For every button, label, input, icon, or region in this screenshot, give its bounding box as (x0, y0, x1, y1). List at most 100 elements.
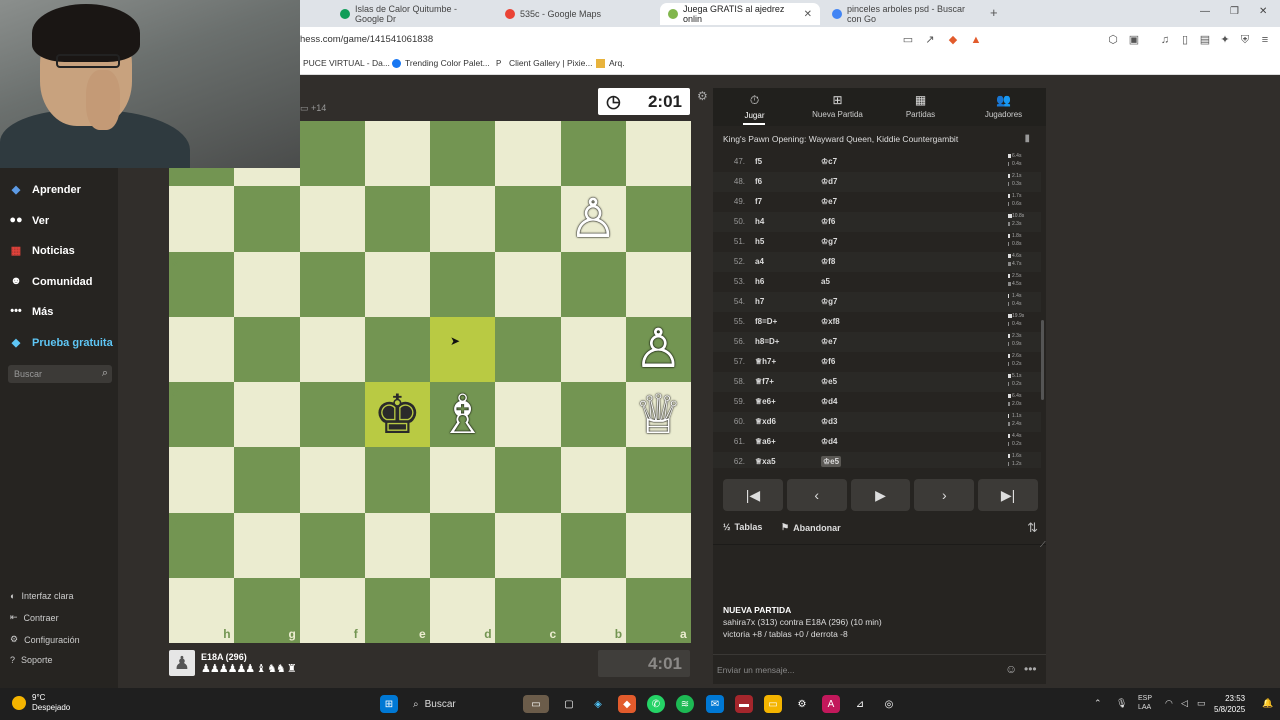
last-move-button[interactable]: ▶| (978, 479, 1038, 511)
sidebar-item-aprender[interactable]: ◆ Aprender (8, 183, 81, 197)
black-move[interactable]: ♔d7 (821, 177, 838, 186)
bookmark-client-gallery[interactable]: P Client Gallery | Pixie... (496, 58, 592, 68)
black-move[interactable]: ♔d3 (821, 417, 838, 426)
board-square[interactable] (430, 251, 496, 317)
wallet-icon[interactable]: ▣ (1127, 33, 1141, 47)
sidebar-icon[interactable]: ▯ (1178, 33, 1192, 47)
bookmark-color-palette[interactable]: Trending Color Palet... (392, 58, 490, 68)
board-square[interactable] (364, 512, 430, 578)
volume-icon[interactable]: ◁ (1181, 698, 1188, 709)
leo-icon[interactable]: ✦ (1218, 33, 1232, 47)
black-move[interactable]: ♔g7 (821, 297, 838, 306)
white-move[interactable]: ♕a6+ (755, 437, 776, 446)
board-square[interactable] (495, 121, 561, 187)
sidebar-item-contraer[interactable]: ⇤ Contraer (10, 612, 59, 623)
widget-image-icon[interactable]: ▭ (523, 695, 549, 713)
extension-icon[interactable]: ⬡ (1106, 33, 1120, 47)
copilot-icon[interactable]: ◈ (589, 695, 607, 713)
tab-drive[interactable]: Islas de Calor Quitumbe - Google Dr (332, 3, 492, 25)
black-move[interactable]: ♔c7 (821, 157, 837, 166)
white-move[interactable]: h6 (755, 277, 764, 286)
chess-piece-e5[interactable]: ♚ (365, 382, 430, 447)
board-square[interactable] (364, 251, 430, 317)
sidebar-item-noticias[interactable]: ▦ Noticias (8, 244, 75, 258)
board-square[interactable] (495, 316, 561, 382)
chess-piece-d5[interactable]: ♗ (430, 382, 495, 447)
board-square[interactable] (299, 121, 365, 187)
move-list[interactable]: 47. f5 ♔c7 6.4s 0.4s 48. f6 ♔d7 2.1s 0.3s 49. f7 ♔e7… (713, 152, 1046, 468)
sidebar-item-comunidad[interactable]: ☻ Comunidad (8, 275, 92, 289)
minimize-icon[interactable]: — (1200, 6, 1210, 17)
whatsapp-icon[interactable]: ✆ (647, 695, 665, 713)
battery-icon[interactable]: ▭ (1197, 698, 1206, 709)
more-options-icon[interactable]: ••• (1024, 662, 1037, 676)
board-square[interactable] (364, 447, 430, 513)
search-icon[interactable]: ⌕ (102, 367, 108, 380)
first-move-button[interactable]: |◀ (723, 479, 783, 511)
board-square[interactable] (560, 512, 626, 578)
board-square[interactable] (299, 447, 365, 513)
tab-partidas[interactable]: ▦ Partidas (879, 93, 962, 119)
rewards-icon[interactable]: ▲ (969, 33, 983, 47)
sidebar-item-soporte[interactable]: ? Soporte (10, 655, 53, 665)
bookmark-puce[interactable]: PUCE VIRTUAL - Da... (303, 58, 390, 68)
tray-chevron-icon[interactable]: ⌃ (1094, 698, 1102, 709)
avatar[interactable]: ♟ (169, 650, 195, 676)
black-move[interactable]: ♔e7 (821, 197, 837, 206)
black-move[interactable]: ♔f6 (821, 217, 835, 226)
black-move[interactable]: ♔xf8 (821, 317, 840, 326)
board-square[interactable] (560, 251, 626, 317)
tab-chess[interactable]: Juega GRATIS al ajedrez onlin ✕ (660, 3, 820, 25)
white-move[interactable]: h4 (755, 217, 764, 226)
white-move[interactable]: ♕e6+ (755, 397, 776, 406)
board-square[interactable] (495, 447, 561, 513)
board-settings-icon[interactable]: ⚙ (697, 89, 708, 103)
windows-start-icon[interactable]: ⊞ (380, 695, 398, 713)
board-square[interactable] (495, 382, 561, 448)
sidebar-item-ver[interactable]: ●● Ver (8, 214, 49, 228)
black-move[interactable]: ♔g7 (821, 237, 838, 246)
brave-shield-icon[interactable]: ◆ (946, 33, 960, 47)
tab-google[interactable]: pinceles arboles psd - Buscar con Go (824, 3, 984, 25)
tab-maps[interactable]: 535c - Google Maps (497, 3, 652, 25)
previous-move-button[interactable]: ‹ (786, 479, 847, 511)
board-square[interactable] (560, 447, 626, 513)
board-square[interactable] (430, 121, 496, 187)
chess-piece-a5[interactable]: ♕ (626, 382, 691, 447)
next-move-button[interactable]: › (914, 479, 975, 511)
white-move[interactable]: ♕xa5 (755, 457, 776, 466)
chess-board[interactable]: 2345678hgfedcba♙♙♙♚♗♕ (169, 99, 691, 643)
task-view-icon[interactable]: ▢ (560, 695, 578, 713)
board-square[interactable] (625, 121, 691, 187)
white-move[interactable]: f6 (755, 177, 762, 186)
board-square[interactable] (430, 447, 496, 513)
black-move[interactable]: ♔d4 (821, 437, 838, 446)
tab-jugar[interactable]: ⏱ Jugar (713, 93, 796, 120)
sidebar-item-configuracion[interactable]: ⚙ Configuración (10, 634, 80, 645)
tab-nueva-partida[interactable]: ⊞ Nueva Partida (796, 93, 879, 119)
board-square[interactable] (430, 186, 496, 252)
taskbar-search[interactable]: ⌕ Buscar (405, 693, 505, 715)
board-square[interactable] (495, 251, 561, 317)
book-icon[interactable]: ▮ (1024, 133, 1030, 144)
white-move[interactable]: h8=D+ (755, 337, 779, 346)
notification-bell-icon[interactable]: 🔔 (1262, 698, 1273, 709)
board-square[interactable] (299, 382, 365, 448)
black-move[interactable]: a5 (821, 277, 830, 286)
board-square[interactable] (234, 382, 300, 448)
board-square[interactable] (430, 512, 496, 578)
board-square[interactable] (234, 251, 300, 317)
mail-icon[interactable]: ✉ (706, 695, 724, 713)
board-square[interactable] (234, 512, 300, 578)
resign-button[interactable]: ⚑ Abandonar (781, 522, 841, 533)
draw-button[interactable]: ½ Tablas (723, 522, 762, 532)
black-move[interactable]: ♔e5 (821, 456, 842, 467)
sidebar-item-prueba-gratuita[interactable]: ◆ Prueba gratuita (8, 336, 113, 350)
board-square[interactable] (495, 512, 561, 578)
close-icon[interactable]: ✕ (804, 9, 812, 20)
board-square[interactable] (364, 316, 430, 382)
white-move[interactable]: f5 (755, 157, 762, 166)
board-square[interactable] (234, 447, 300, 513)
window-close-icon[interactable]: ✕ (1259, 6, 1267, 17)
board-square[interactable] (299, 251, 365, 317)
